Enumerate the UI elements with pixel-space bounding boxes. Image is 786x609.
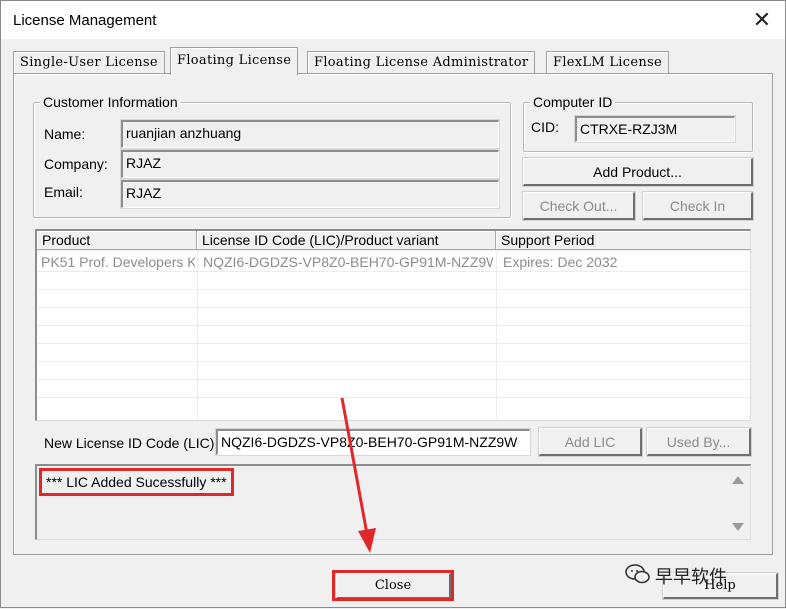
wechat-icon: [625, 564, 650, 584]
close-button-highlight: [332, 570, 454, 601]
watermark-text: 早早软件: [655, 567, 727, 587]
license-management-window: License Management ✕ Single-User License…: [0, 0, 786, 608]
annotation-arrow: [340, 397, 376, 553]
